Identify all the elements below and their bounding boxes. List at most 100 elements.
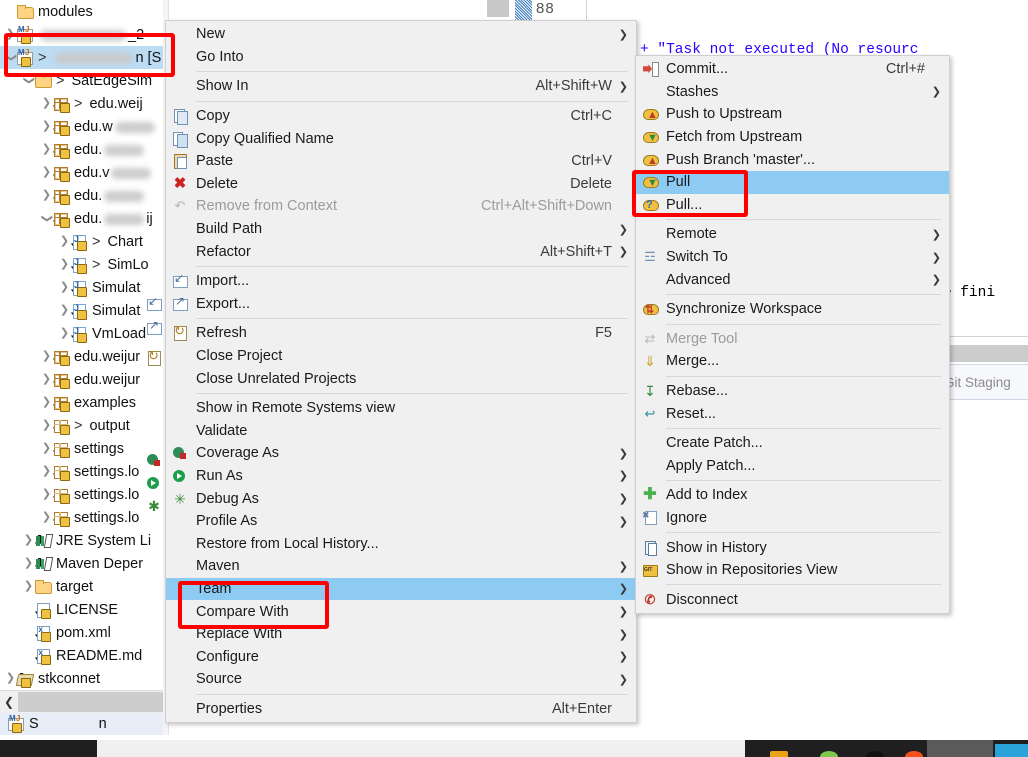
tree-row[interactable]: Jstkconnet	[0, 667, 168, 690]
chevron-right-icon[interactable]	[40, 397, 53, 408]
scrollbar-thumb[interactable]	[18, 692, 163, 712]
import-toolbar-icon[interactable]	[146, 294, 162, 312]
scroll-left-icon[interactable]: ❮	[0, 692, 18, 712]
menu-item-import[interactable]: Import...	[166, 270, 636, 293]
chevron-right-icon[interactable]	[58, 282, 71, 293]
menu-item-replace-with[interactable]: Replace With ❯	[166, 623, 636, 646]
chevron-right-icon[interactable]	[4, 29, 17, 40]
menu-item-source[interactable]: Source ❯	[166, 668, 636, 691]
export-toolbar-icon[interactable]	[146, 318, 162, 336]
tree-row[interactable]: Jedu.weijur	[0, 368, 168, 391]
tree-row[interactable]: JJRE System Li	[0, 529, 168, 552]
chevron-right-icon[interactable]	[22, 581, 35, 592]
menu-item-delete[interactable]: ✖ Delete Delete	[166, 173, 636, 196]
chevron-down-icon[interactable]	[40, 213, 53, 224]
taskbar-blue-panel[interactable]	[995, 744, 1028, 757]
chevron-right-icon[interactable]	[58, 328, 71, 339]
menu-item-configure[interactable]: Configure ❯	[166, 645, 636, 668]
menu-item-run-as[interactable]: Run As ❯	[166, 465, 636, 488]
chevron-right-icon[interactable]	[40, 374, 53, 385]
chevron-right-icon[interactable]	[40, 144, 53, 155]
menu-item-pull[interactable]: ▼ Pull	[636, 170, 949, 194]
chevron-right-icon[interactable]	[40, 512, 53, 523]
tree-row[interactable]: JREADME.md	[0, 644, 168, 667]
chevron-right-icon[interactable]	[40, 121, 53, 132]
menu-item-fetch-from-upstream[interactable]: ▼ Fetch from Upstream	[636, 126, 949, 149]
menu-item-stashes[interactable]: Stashes ❯	[636, 81, 949, 104]
tree-row[interactable]: Jedu.weijur	[0, 345, 168, 368]
menu-item-restore-from-local-history[interactable]: Restore from Local History...	[166, 532, 636, 555]
tree-row[interactable]: Jedu.	[0, 184, 168, 207]
tree-row[interactable]: Jedu.	[0, 138, 168, 161]
menu-item-pull[interactable]: ? Pull...	[636, 194, 949, 217]
menu-item-switch-to[interactable]: ☲ Switch To ❯	[636, 246, 949, 269]
tree-row[interactable]: JMaven Deper	[0, 552, 168, 575]
menu-item-build-path[interactable]: Build Path ❯	[166, 218, 636, 241]
taskbar-icon-1[interactable]	[770, 751, 788, 757]
tree-row[interactable]: Jmodules	[0, 0, 168, 23]
chevron-right-icon[interactable]	[40, 351, 53, 362]
chevron-right-icon[interactable]	[40, 443, 53, 454]
menu-item-show-in-remote-systems-view[interactable]: Show in Remote Systems view	[166, 397, 636, 420]
menu-item-copy[interactable]: Copy Ctrl+C	[166, 105, 636, 128]
menu-item-profile-as[interactable]: Profile As ❯	[166, 510, 636, 533]
tree-row[interactable]: Jsettings.lo	[0, 506, 168, 529]
tree-row[interactable]: J> edu.weij	[0, 92, 168, 115]
menu-item-show-in-repositories-view[interactable]: Show in Repositories View	[636, 559, 949, 582]
chevron-right-icon[interactable]	[40, 167, 53, 178]
project-explorer-tree[interactable]: JmodulesJ_2J>n [SJ>SatEdgeSimJ>edu.weijJ…	[0, 0, 168, 717]
chevron-right-icon[interactable]	[22, 558, 35, 569]
tree-row[interactable]: Jedu.w	[0, 115, 168, 138]
menu-item-push-branch-master[interactable]: ▲ Push Branch 'master'...	[636, 148, 949, 171]
menu-item-disconnect[interactable]: ✆ Disconnect	[636, 588, 949, 611]
tree-row[interactable]: Jsettings.lo	[0, 483, 168, 506]
menu-item-synchronize-workspace[interactable]: ⇅ Synchronize Workspace	[636, 298, 949, 321]
project-context-menu[interactable]: New ❯ Go Into Show In Alt+Shift+W ❯ Copy Ctrl+C…	[165, 20, 637, 724]
chevron-right-icon[interactable]	[58, 305, 71, 316]
chevron-right-icon[interactable]	[58, 236, 71, 247]
menu-item-reset[interactable]: ↩ Reset...	[636, 402, 949, 425]
menu-item-add-to-index[interactable]: ✚ Add to Index	[636, 484, 949, 507]
menu-item-push-to-upstream[interactable]: ▲ Push to Upstream	[636, 103, 949, 126]
taskbar-icon-4[interactable]	[905, 751, 923, 757]
tree-row[interactable]: J> SimLo	[0, 253, 168, 276]
menu-item-refactor[interactable]: Refactor Alt+Shift+T ❯	[166, 240, 636, 263]
taskbar-icon-2[interactable]	[820, 751, 838, 757]
chevron-down-icon[interactable]	[22, 75, 35, 86]
menu-item-compare-with[interactable]: Compare With ❯	[166, 600, 636, 623]
tree-row[interactable]: J LICENSE	[0, 598, 168, 621]
menu-item-merge[interactable]: ⇓ Merge...	[636, 350, 949, 373]
tree-row[interactable]: Jsettings.lo	[0, 460, 168, 483]
menu-item-copy-qualified-name[interactable]: Copy Qualified Name	[166, 127, 636, 150]
menu-item-maven[interactable]: Maven ❯	[166, 555, 636, 578]
run-toolbar-icon[interactable]	[146, 475, 162, 491]
menu-item-advanced[interactable]: Advanced ❯	[636, 268, 949, 291]
chevron-right-icon[interactable]	[58, 259, 71, 270]
taskbar-active-window[interactable]	[97, 740, 745, 757]
tree-row[interactable]: Jsettings	[0, 437, 168, 460]
chevron-right-icon[interactable]	[40, 98, 53, 109]
chevron-right-icon[interactable]	[4, 673, 17, 684]
tree-row[interactable]: Jpom.xml	[0, 621, 168, 644]
menu-item-team[interactable]: Team ❯	[166, 577, 636, 601]
menu-item-refresh[interactable]: Refresh F5	[166, 322, 636, 345]
tree-row[interactable]: Jexamples	[0, 391, 168, 414]
menu-item-coverage-as[interactable]: Coverage As ❯	[166, 442, 636, 465]
chevron-right-icon[interactable]	[40, 466, 53, 477]
menu-item-apply-patch[interactable]: Apply Patch...	[636, 455, 949, 478]
explorer-bottom-row[interactable]: J S n	[0, 713, 163, 735]
menu-item-debug-as[interactable]: ✳ Debug As ❯	[166, 487, 636, 510]
taskbar-grey-panel[interactable]	[927, 740, 993, 757]
menu-item-show-in[interactable]: Show In Alt+Shift+W ❯	[166, 75, 636, 98]
tab-git-staging[interactable]: Git Staging	[944, 375, 1028, 390]
tree-row[interactable]: JSimulat	[0, 299, 168, 322]
coverage-toolbar-icon[interactable]	[146, 452, 162, 468]
menu-item-remote[interactable]: Remote ❯	[636, 223, 949, 246]
tree-row[interactable]: Jedu. ij	[0, 207, 168, 230]
menu-item-ignore[interactable]: Ignore	[636, 507, 949, 530]
menu-item-export[interactable]: Export...	[166, 293, 636, 316]
menu-item-go-into[interactable]: Go Into	[166, 46, 636, 69]
chevron-down-icon[interactable]	[4, 52, 17, 63]
tree-row[interactable]: Jedu.v	[0, 161, 168, 184]
tree-row[interactable]: Jtarget	[0, 575, 168, 598]
